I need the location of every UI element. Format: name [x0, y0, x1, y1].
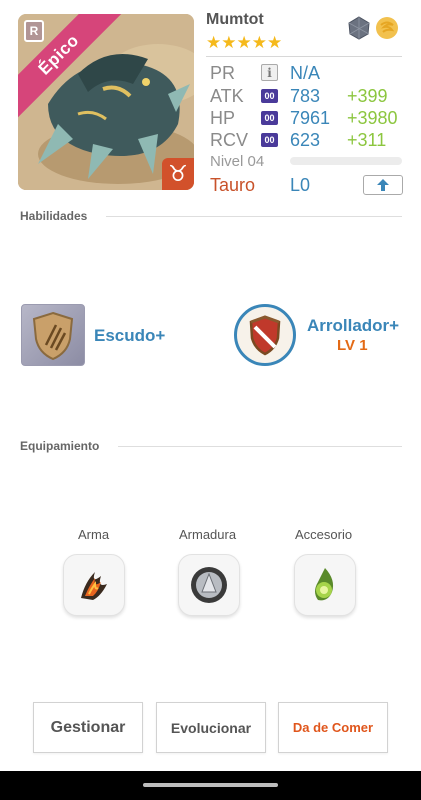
evolve-button[interactable]: Evolucionar: [156, 702, 266, 753]
monster-name: Mumtot: [206, 11, 264, 28]
pr-value: N/A: [290, 63, 321, 83]
skill-escudo-name[interactable]: Escudo+: [94, 326, 165, 346]
arrow-up-icon: [377, 179, 389, 191]
fire-claw-weapon-icon: [81, 572, 107, 600]
zodiac-name: Tauro: [210, 175, 256, 195]
atk-value: 783: [290, 86, 321, 106]
rcv-value: 623: [290, 130, 321, 150]
accessory-slot[interactable]: [294, 554, 356, 616]
skill-arrollador-level: LV 1: [337, 337, 368, 354]
rank-badge: R: [24, 20, 44, 42]
atk-bonus: +399: [347, 86, 388, 106]
claw-shield-icon: [32, 311, 74, 361]
feed-button[interactable]: Da de Comer: [278, 702, 388, 753]
silver-armor-icon: [191, 567, 227, 603]
rarity-stars: ★★★★★: [206, 33, 283, 52]
atk-label: ATK: [210, 86, 244, 106]
hp-label: HP: [210, 108, 236, 128]
skill-arrollador-button[interactable]: [234, 304, 296, 366]
weapon-slot[interactable]: [63, 554, 125, 616]
skill-escudo-button[interactable]: [21, 304, 85, 366]
weapon-label: Arma: [78, 527, 110, 542]
upgrade-button[interactable]: [363, 175, 403, 195]
taurus-sign-icon: ♉: [162, 158, 194, 190]
equipment-divider: [118, 446, 402, 447]
skills-section-title: Habilidades: [20, 209, 88, 223]
header-divider: [206, 56, 402, 57]
skills-divider: [106, 216, 402, 217]
home-gesture-handle[interactable]: [143, 783, 278, 787]
armor-label: Armadura: [179, 527, 237, 542]
green-leaf-accessory-icon: [315, 568, 334, 601]
rcv-bonus: +311: [347, 130, 387, 150]
manage-button[interactable]: Gestionar: [33, 702, 143, 753]
armor-slot[interactable]: [178, 554, 240, 616]
hp-plus-badge: 00: [261, 111, 278, 125]
monster-portrait[interactable]: R Épico ♉: [18, 14, 194, 190]
hp-value: 7961: [290, 108, 331, 128]
accessory-label: Accesorio: [295, 527, 353, 542]
zodiac-level: L0: [290, 175, 311, 195]
level-progress-bar: [290, 157, 402, 165]
rcv-label: RCV: [210, 130, 249, 150]
pr-label: PR: [210, 63, 236, 83]
wind-element-icon: [376, 17, 398, 39]
system-navigation-bar: [0, 771, 421, 800]
info-icon[interactable]: i: [261, 64, 278, 81]
red-shield-icon: [249, 315, 281, 356]
level-label: Nivel 04: [210, 153, 265, 170]
rcv-plus-badge: 00: [261, 133, 278, 147]
skill-arrollador-name[interactable]: Arrollador+: [307, 316, 399, 336]
rock-element-icon: [348, 16, 370, 40]
equipment-section-title: Equipamiento: [20, 439, 100, 453]
hp-bonus: +3980: [347, 108, 398, 128]
atk-plus-badge: 00: [261, 89, 278, 103]
